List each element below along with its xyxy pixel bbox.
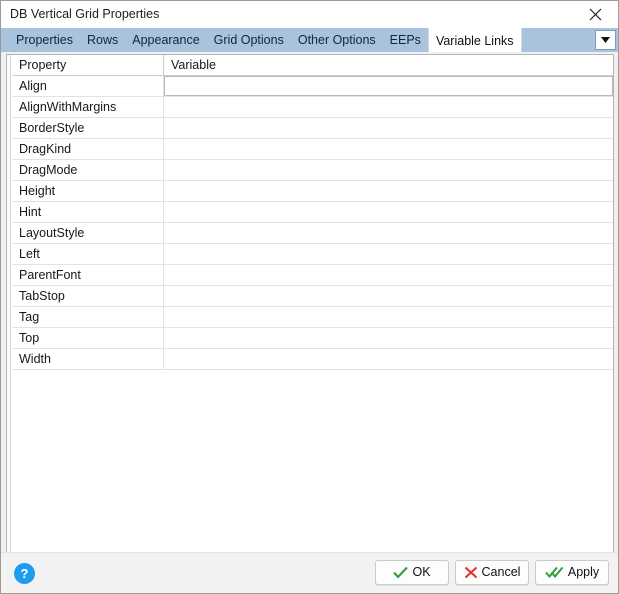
table-row[interactable]: LayoutStyle xyxy=(12,223,613,244)
dialog-window: DB Vertical Grid Properties Properties R… xyxy=(0,0,619,594)
tab-properties[interactable]: Properties xyxy=(9,28,80,52)
row-property-name: BorderStyle xyxy=(12,118,164,138)
table-row[interactable]: Align xyxy=(12,76,613,97)
row-variable-value[interactable] xyxy=(164,286,613,306)
row-property-name: AlignWithMargins xyxy=(12,97,164,117)
table-row[interactable]: Top xyxy=(12,328,613,349)
row-variable-value[interactable] xyxy=(164,97,613,117)
apply-button[interactable]: Apply xyxy=(535,560,609,585)
row-variable-value[interactable] xyxy=(164,76,613,96)
table-row[interactable]: DragMode xyxy=(12,160,613,181)
grid-header-row: Property Variable xyxy=(12,55,613,76)
table-row[interactable]: BorderStyle xyxy=(12,118,613,139)
dialog-footer: ? OK Cancel Apply xyxy=(1,552,618,593)
row-variable-value[interactable] xyxy=(164,139,613,159)
table-row[interactable]: TabStop xyxy=(12,286,613,307)
tab-eeps[interactable]: EEPs xyxy=(383,28,428,52)
tab-other-options[interactable]: Other Options xyxy=(291,28,383,52)
column-header-property[interactable]: Property xyxy=(12,55,164,75)
table-row[interactable]: AlignWithMargins xyxy=(12,97,613,118)
row-variable-value[interactable] xyxy=(164,307,613,327)
tab-rows[interactable]: Rows xyxy=(80,28,125,52)
table-row[interactable]: Height xyxy=(12,181,613,202)
tab-strip: Properties Rows Appearance Grid Options … xyxy=(1,28,618,52)
tab-grid-options[interactable]: Grid Options xyxy=(207,28,291,52)
tab-appearance[interactable]: Appearance xyxy=(125,28,206,52)
chevron-down-icon[interactable] xyxy=(595,30,616,50)
tab-list: Properties Rows Appearance Grid Options … xyxy=(9,28,522,52)
row-property-name: TabStop xyxy=(12,286,164,306)
row-property-name: Left xyxy=(12,244,164,264)
row-property-name: Hint xyxy=(12,202,164,222)
row-variable-value[interactable] xyxy=(164,223,613,243)
dialog-button-group: OK Cancel Apply xyxy=(375,560,609,585)
double-check-icon xyxy=(545,566,564,579)
table-row[interactable]: Tag xyxy=(12,307,613,328)
help-icon[interactable]: ? xyxy=(14,563,35,584)
close-icon[interactable] xyxy=(573,1,618,28)
row-variable-value[interactable] xyxy=(164,202,613,222)
row-variable-value[interactable] xyxy=(164,118,613,138)
table-row[interactable]: Width xyxy=(12,349,613,370)
ok-button-label: OK xyxy=(412,565,431,580)
row-variable-value[interactable] xyxy=(164,160,613,180)
row-property-name: Align xyxy=(12,76,164,96)
row-property-name: Width xyxy=(12,349,164,369)
tab-variable-links[interactable]: Variable Links xyxy=(427,28,522,52)
row-property-name: Tag xyxy=(12,307,164,327)
row-variable-value[interactable] xyxy=(164,181,613,201)
row-variable-value[interactable] xyxy=(164,328,613,348)
grid-left-rail xyxy=(7,55,11,552)
row-property-name: Height xyxy=(12,181,164,201)
check-icon xyxy=(393,566,409,579)
table-row[interactable]: ParentFont xyxy=(12,265,613,286)
row-variable-value[interactable] xyxy=(164,265,613,285)
cancel-button-label: Cancel xyxy=(481,565,521,580)
cross-icon xyxy=(464,566,478,579)
row-property-name: DragMode xyxy=(12,160,164,180)
page-title: DB Vertical Grid Properties xyxy=(10,7,160,21)
row-variable-value[interactable] xyxy=(164,244,613,264)
cancel-button[interactable]: Cancel xyxy=(455,560,529,585)
table-row[interactable]: DragKind xyxy=(12,139,613,160)
table-row[interactable]: Left xyxy=(12,244,613,265)
row-property-name: Top xyxy=(12,328,164,348)
row-property-name: DragKind xyxy=(12,139,164,159)
column-header-variable[interactable]: Variable xyxy=(164,55,613,75)
row-property-name: ParentFont xyxy=(12,265,164,285)
row-variable-value[interactable] xyxy=(164,349,613,369)
table-row[interactable]: Hint xyxy=(12,202,613,223)
title-bar: DB Vertical Grid Properties xyxy=(1,1,618,28)
ok-button[interactable]: OK xyxy=(375,560,449,585)
variable-links-grid: Property Variable Align AlignWithMargins… xyxy=(6,54,614,553)
row-property-name: LayoutStyle xyxy=(12,223,164,243)
apply-button-label: Apply xyxy=(567,565,600,580)
